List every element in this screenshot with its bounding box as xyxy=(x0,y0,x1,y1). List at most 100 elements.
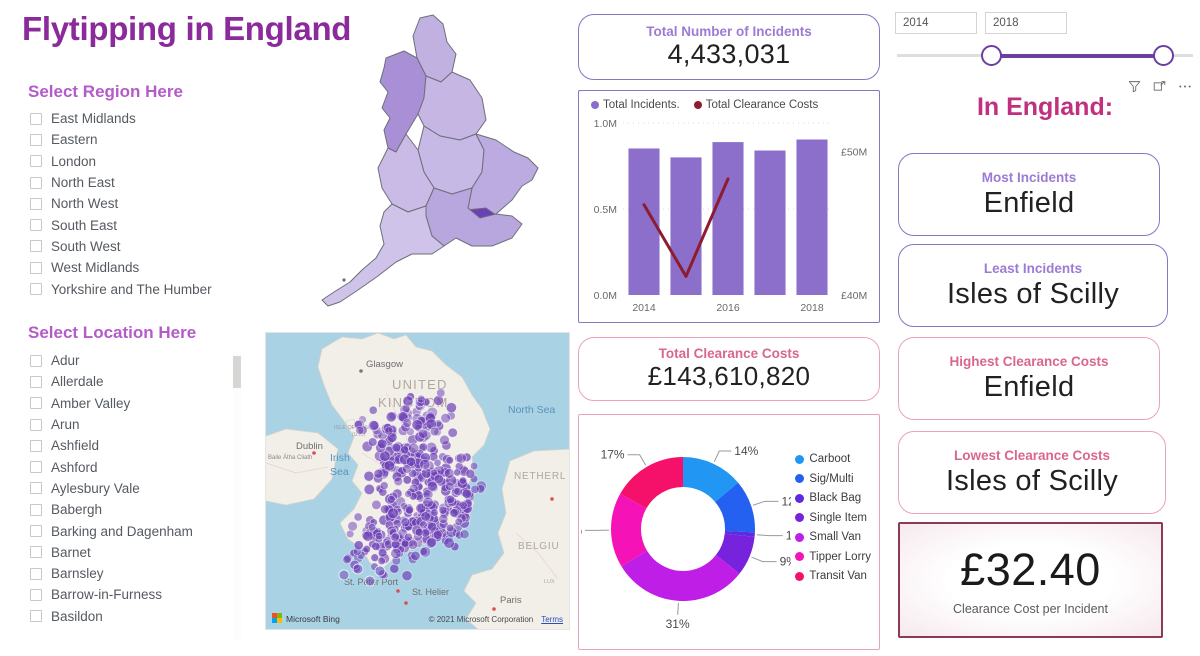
checkbox-icon[interactable] xyxy=(30,240,42,253)
location-slicer-item[interactable]: Basildon xyxy=(30,606,230,627)
map-incident-bubble[interactable] xyxy=(453,468,462,477)
map-incident-bubble[interactable] xyxy=(405,505,414,515)
map-incident-bubble[interactable] xyxy=(377,556,386,566)
map-incident-bubble[interactable] xyxy=(353,512,363,522)
checkbox-icon[interactable] xyxy=(30,588,42,601)
map-incident-bubble[interactable] xyxy=(445,481,455,491)
map-incident-bubble[interactable] xyxy=(374,531,384,541)
bing-incident-map[interactable]: Glasgow UNITED KINGDOM North Sea Dublin … xyxy=(265,332,570,630)
location-slicer-item[interactable]: Barking and Dagenham xyxy=(30,520,230,541)
map-incident-bubble[interactable] xyxy=(384,426,394,436)
checkbox-icon[interactable] xyxy=(30,354,42,367)
chart-bar[interactable] xyxy=(796,139,828,295)
location-slicer-item[interactable]: Ashfield xyxy=(30,435,230,456)
map-incident-bubble[interactable] xyxy=(368,420,380,432)
legend-item-total-incidents[interactable]: Total Incidents. xyxy=(591,99,680,111)
map-incident-bubble[interactable] xyxy=(402,418,412,428)
kpi-most-incidents[interactable]: Most Incidents Enfield xyxy=(898,153,1160,236)
year-slider-handle-right[interactable] xyxy=(1153,45,1174,66)
map-incident-bubble[interactable] xyxy=(408,442,420,454)
map-incident-bubble[interactable] xyxy=(445,523,455,533)
map-incident-bubble[interactable] xyxy=(390,547,402,560)
checkbox-icon[interactable] xyxy=(30,610,42,623)
checkbox-icon[interactable] xyxy=(30,176,42,189)
location-slicer-item[interactable]: Amber Valley xyxy=(30,393,230,414)
map-incident-bubble[interactable] xyxy=(445,494,455,504)
map-incident-bubble[interactable] xyxy=(393,476,404,487)
donut-legend-item[interactable]: Black Bag xyxy=(795,492,871,504)
checkbox-icon[interactable] xyxy=(30,503,42,516)
map-incident-bubble[interactable] xyxy=(453,486,463,497)
map-incident-bubble[interactable] xyxy=(432,529,443,540)
map-incident-bubble[interactable] xyxy=(389,563,400,574)
map-incident-bubble[interactable] xyxy=(414,527,424,537)
checkbox-icon[interactable] xyxy=(30,261,42,274)
map-incident-bubble[interactable] xyxy=(426,537,437,548)
map-incident-bubble[interactable] xyxy=(338,569,350,581)
checkbox-icon[interactable] xyxy=(30,482,42,495)
checkbox-icon[interactable] xyxy=(30,197,42,210)
map-incident-bubble[interactable] xyxy=(401,570,413,582)
region-slicer-item[interactable]: Yorkshire and The Humber xyxy=(30,278,260,299)
location-scrollbar-track[interactable] xyxy=(233,352,241,640)
checkbox-icon[interactable] xyxy=(30,112,42,125)
location-slicer-item[interactable]: Barnsley xyxy=(30,563,230,584)
checkbox-icon[interactable] xyxy=(30,133,42,146)
donut-legend-item[interactable]: Carboot xyxy=(795,453,871,465)
checkbox-icon[interactable] xyxy=(30,283,42,296)
kpi-lowest-clearance-costs[interactable]: Lowest Clearance Costs Isles of Scilly xyxy=(898,431,1166,514)
map-incident-bubble[interactable] xyxy=(370,553,380,562)
map-incident-bubble[interactable] xyxy=(444,468,455,479)
map-incident-bubble[interactable] xyxy=(407,539,418,550)
map-incident-bubble[interactable] xyxy=(371,541,381,551)
map-incident-bubble[interactable] xyxy=(436,388,446,398)
map-incident-bubble[interactable] xyxy=(465,468,476,479)
location-slicer-item[interactable]: Arun xyxy=(30,414,230,435)
donut-legend-item[interactable]: Single Item xyxy=(795,512,871,524)
checkbox-icon[interactable] xyxy=(30,461,42,474)
map-incident-bubble[interactable] xyxy=(439,434,450,446)
region-slicer-item[interactable]: East Midlands xyxy=(30,108,260,129)
region-slicer-item[interactable]: North West xyxy=(30,193,260,214)
map-incident-bubble[interactable] xyxy=(364,575,376,587)
map-incident-bubble[interactable] xyxy=(385,411,397,423)
map-incident-bubble[interactable] xyxy=(355,425,365,435)
map-incident-bubble[interactable] xyxy=(353,540,364,551)
map-incident-bubble[interactable] xyxy=(368,437,378,447)
map-incident-bubble[interactable] xyxy=(347,521,358,532)
map-incident-bubble[interactable] xyxy=(433,473,444,485)
checkbox-icon[interactable] xyxy=(30,375,42,388)
map-incident-bubble[interactable] xyxy=(400,445,410,455)
map-incident-bubble[interactable] xyxy=(455,452,467,464)
legend-item-clearance-costs[interactable]: Total Clearance Costs xyxy=(693,99,818,111)
location-scrollbar-thumb[interactable] xyxy=(233,356,241,388)
map-incident-bubble[interactable] xyxy=(363,483,375,495)
map-incident-bubble[interactable] xyxy=(461,488,472,499)
map-incident-bubble[interactable] xyxy=(362,545,371,554)
donut-legend-item[interactable]: Small Van xyxy=(795,531,871,543)
map-incident-bubble[interactable] xyxy=(410,550,421,561)
map-incident-bubble[interactable] xyxy=(445,402,457,414)
map-incident-bubble[interactable] xyxy=(440,413,451,424)
kpi-highest-clearance-costs[interactable]: Highest Clearance Costs Enfield xyxy=(898,337,1160,420)
map-incident-bubble[interactable] xyxy=(367,523,377,532)
location-slicer-item[interactable]: Barrow-in-Furness xyxy=(30,584,230,605)
checkbox-icon[interactable] xyxy=(30,546,42,559)
map-incident-bubble[interactable] xyxy=(411,419,423,431)
map-incident-bubble[interactable] xyxy=(458,476,468,485)
year-from-input[interactable]: 2014 xyxy=(895,12,977,34)
checkbox-icon[interactable] xyxy=(30,525,42,538)
kpi-total-clearance-costs[interactable]: Total Clearance Costs £143,610,820 xyxy=(578,337,880,401)
map-incident-bubble[interactable] xyxy=(371,499,382,510)
map-incident-bubble[interactable] xyxy=(447,427,458,438)
checkbox-icon[interactable] xyxy=(30,155,42,168)
map-incident-bubble[interactable] xyxy=(454,517,463,526)
location-slicer-list[interactable]: Adur Allerdale Amber Valley Arun Ashfield Ash… xyxy=(30,350,230,640)
map-incident-bubble[interactable] xyxy=(379,481,389,491)
england-choropleth-map[interactable] xyxy=(300,10,570,325)
donut-legend-item[interactable]: Transit Van xyxy=(795,570,871,582)
location-slicer-item[interactable]: Babergh xyxy=(30,499,230,520)
map-incident-bubble[interactable] xyxy=(418,428,429,439)
map-incident-bubble[interactable] xyxy=(427,521,437,532)
map-incident-bubble[interactable] xyxy=(430,508,439,517)
